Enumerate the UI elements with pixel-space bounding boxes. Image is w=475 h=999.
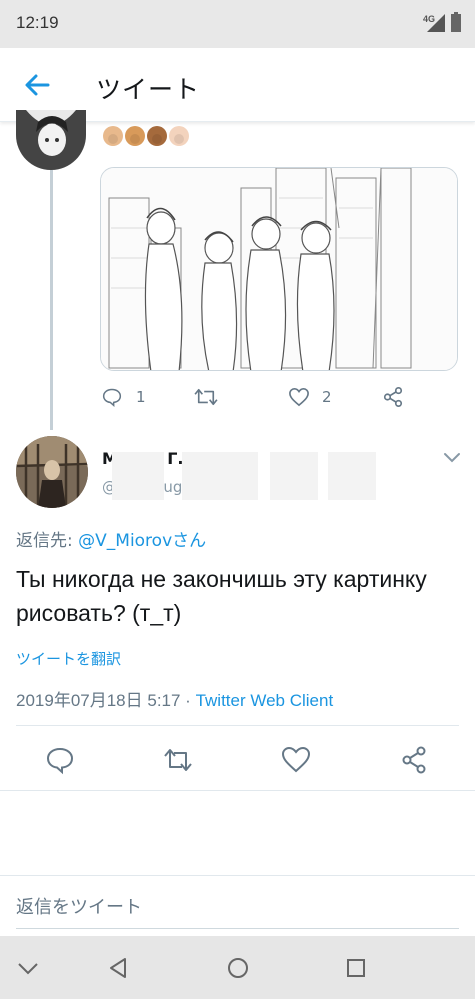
redaction-block	[182, 452, 258, 500]
nav-home-icon[interactable]	[226, 956, 250, 980]
tweet-actions	[0, 740, 475, 780]
status-bar: 12:19 4G	[0, 0, 475, 48]
retweet-icon[interactable]	[162, 744, 194, 776]
avatar[interactable]	[16, 110, 86, 170]
tweet-client-link[interactable]: Twitter Web Client	[196, 691, 334, 710]
emoji-row	[103, 126, 189, 146]
parent-tweet-actions: 1 2	[100, 384, 430, 410]
retweet-icon	[194, 388, 218, 406]
like-icon	[289, 387, 309, 407]
share-icon[interactable]	[398, 744, 430, 776]
translate-link[interactable]: ツイートを翻訳	[16, 648, 121, 669]
reply-button[interactable]: 1	[102, 384, 146, 410]
divider	[16, 725, 459, 726]
emoji-1	[103, 126, 123, 146]
thread-line	[50, 170, 53, 430]
reply-to-line: 返信先: @V_Miorovさん	[16, 526, 206, 551]
divider	[0, 875, 475, 876]
tweet-timestamp: 2019年07月18日 5:17 ·	[16, 691, 196, 710]
nav-back-icon[interactable]	[106, 956, 130, 980]
tweet-image[interactable]	[100, 167, 458, 371]
redaction-block	[270, 452, 318, 500]
like-button[interactable]: 2	[288, 384, 332, 410]
like-count: 2	[322, 388, 332, 406]
page-title: ツイート	[96, 75, 201, 104]
redaction-block	[112, 452, 164, 500]
tweet-meta: 2019年07月18日 5:17 · Twitter Web Client	[16, 686, 333, 711]
redaction-block	[328, 452, 376, 500]
status-time: 12:19	[16, 13, 59, 32]
share-button[interactable]	[382, 384, 404, 410]
like-icon[interactable]	[280, 744, 312, 776]
system-nav-bar	[0, 936, 475, 999]
emoji-2	[125, 126, 145, 146]
share-icon	[383, 387, 403, 407]
back-arrow-icon[interactable]	[22, 70, 52, 100]
reply-input-underline	[16, 928, 459, 929]
divider	[0, 790, 475, 791]
retweet-button[interactable]	[194, 384, 218, 410]
emoji-3	[147, 126, 167, 146]
avatar[interactable]	[16, 436, 88, 508]
reply-input[interactable]: 返信をツイート	[16, 893, 142, 919]
reply-icon	[102, 388, 122, 407]
reply-count: 1	[136, 388, 146, 406]
signal-icon	[427, 14, 445, 32]
nav-down-icon[interactable]	[16, 956, 40, 980]
reply-icon[interactable]	[44, 744, 76, 776]
emoji-4	[169, 126, 189, 146]
caret-down-icon[interactable]	[443, 452, 461, 464]
nav-recents-icon[interactable]	[344, 956, 368, 980]
reply-to-prefix: 返信先:	[16, 531, 79, 551]
tweet-text: Ты никогда не закончишь эту картинку рис…	[16, 566, 427, 626]
battery-icon	[451, 12, 461, 32]
reply-to-link[interactable]: @V_Miorovさん	[78, 531, 206, 551]
